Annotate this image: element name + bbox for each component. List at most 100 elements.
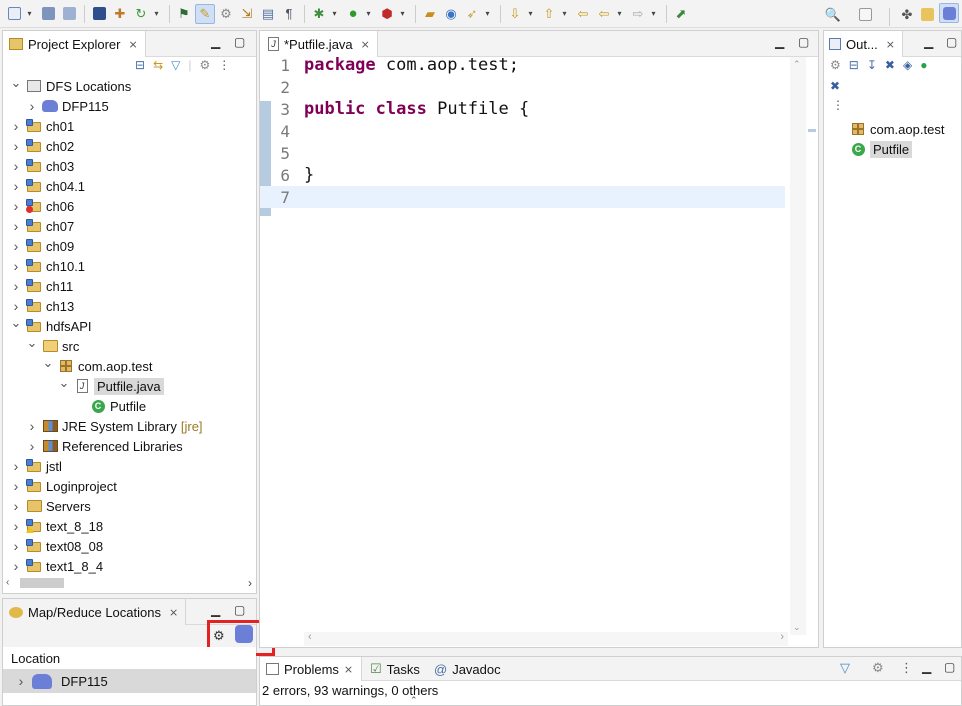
new-class-icon[interactable]: ✚ — [110, 4, 130, 24]
terminal-icon[interactable] — [89, 4, 109, 24]
collapse-all-icon[interactable]: ⊟ — [135, 58, 145, 72]
refresh-icon[interactable]: ↻ — [131, 4, 151, 24]
tree-item[interactable]: ⌄ DFS Locations — [10, 75, 264, 96]
new-location-icon[interactable] — [235, 625, 253, 643]
focus-icon[interactable]: ⚙ — [199, 58, 210, 72]
close-icon[interactable]: ⨯ — [886, 38, 895, 51]
quick-access-search-icon[interactable]: 🔍 — [823, 4, 843, 24]
expand-arrow-icon[interactable]: ⌄ — [10, 315, 22, 331]
refresh-dropdown-icon[interactable]: ▾ — [152, 4, 161, 24]
code-line[interactable]: 3 public class Putfile { — [260, 98, 785, 120]
collapse-arrow-icon[interactable]: › — [26, 438, 38, 454]
next-annotation-icon[interactable]: ⇲ — [237, 4, 257, 24]
minimize-icon[interactable]: ▁ — [211, 603, 220, 617]
collapse-arrow-icon[interactable]: › — [10, 118, 22, 134]
mapreduce-perspective-icon[interactable] — [939, 3, 959, 23]
editor-horizontal-scrollbar[interactable]: ‹ › — [304, 631, 788, 646]
code-line[interactable]: 4 — [260, 120, 785, 142]
block-select-icon[interactable]: ⚙ — [216, 4, 236, 24]
sash-handle-icon[interactable]: ⌃ — [410, 695, 418, 706]
toggle-breadcrumb-icon[interactable]: ⚑ — [174, 4, 194, 24]
next-edit-dropdown-icon[interactable]: ▾ — [526, 4, 535, 24]
mapreduce-tab[interactable]: Map/Reduce Locations ⨯ — [3, 599, 187, 625]
tree-item[interactable]: › text1_8_4 — [10, 556, 264, 576]
focus-icon[interactable]: ⚙ — [872, 660, 884, 676]
collapse-arrow-icon[interactable]: › — [26, 418, 38, 434]
hide-static-icon[interactable]: ◈ — [903, 58, 912, 72]
collapse-arrow-icon[interactable]: › — [10, 558, 22, 574]
prev-annotation-icon[interactable]: ▤ — [258, 4, 278, 24]
tree-item[interactable]: › Referenced Libraries — [10, 436, 264, 456]
filter-icon[interactable]: ▽ — [840, 660, 850, 676]
pin-editor-icon[interactable]: ⬈ — [671, 4, 691, 24]
scroll-left-icon[interactable]: ‹ — [6, 577, 9, 588]
back-icon[interactable]: ⇦ — [594, 4, 614, 24]
collapse-arrow-icon[interactable]: › — [10, 198, 22, 214]
tree-item[interactable]: ⌄ com.aop.test — [10, 355, 264, 376]
forward-icon[interactable]: ⇨ — [628, 4, 648, 24]
outline-item[interactable]: com.aop.test — [846, 119, 944, 139]
search-dropdown-icon[interactable]: ▾ — [483, 4, 492, 24]
view-menu-icon[interactable]: ⋮ — [832, 98, 844, 112]
code-line[interactable]: 2 — [260, 76, 785, 98]
focus-icon[interactable]: ⚙ — [830, 58, 841, 72]
mark-occurrences-icon[interactable]: ✎ — [195, 3, 215, 24]
collapse-arrow-icon[interactable]: › — [10, 218, 22, 234]
next-edit-icon[interactable]: ⇩ — [505, 4, 525, 24]
collapse-arrow-icon[interactable]: › — [10, 298, 22, 314]
tree-item[interactable]: C Putfile — [10, 396, 264, 416]
scroll-right-icon[interactable]: › — [780, 631, 784, 643]
code-line[interactable]: 5 — [260, 142, 785, 164]
tree-item[interactable]: › text08_08 — [10, 536, 264, 556]
collapse-arrow-icon[interactable]: › — [10, 258, 22, 274]
scroll-up-icon[interactable]: ⌃ — [793, 59, 801, 70]
maximize-icon[interactable]: ▢ — [944, 660, 955, 674]
maximize-icon[interactable]: ▢ — [946, 35, 957, 49]
save-all-icon[interactable] — [59, 4, 79, 24]
javadoc-tab[interactable]: @ Javadoc — [434, 657, 501, 681]
tree-item[interactable]: › ch07 — [10, 216, 264, 236]
code-line[interactable]: 6} — [260, 164, 785, 186]
code-line[interactable]: 1 package com.aop.test; — [260, 54, 785, 76]
scroll-right-icon[interactable]: › — [248, 576, 252, 590]
run-icon[interactable]: ● — [343, 4, 363, 24]
debug-icon[interactable]: ✱ — [309, 4, 329, 24]
prev-edit-dropdown-icon[interactable]: ▾ — [560, 4, 569, 24]
collapse-arrow-icon[interactable]: › — [10, 278, 22, 294]
close-icon[interactable]: ⨯ — [128, 38, 137, 51]
tree-item[interactable]: › ch11 — [10, 276, 264, 296]
collapse-arrow-icon[interactable]: › — [10, 498, 22, 514]
scroll-left-icon[interactable]: ‹ — [308, 631, 312, 643]
expand-arrow-icon[interactable]: ⌄ — [26, 335, 38, 351]
tree-item[interactable]: › Servers — [10, 496, 264, 516]
collapse-arrow-icon[interactable]: › — [10, 138, 22, 154]
minimize-icon[interactable]: ▁ — [924, 35, 933, 49]
tree-item[interactable]: › ch04.1 — [10, 176, 264, 196]
tree-item[interactable]: › ch02 — [10, 136, 264, 156]
collapse-arrow-icon[interactable]: › — [10, 478, 22, 494]
hide-local-types-icon[interactable]: ✖ — [830, 79, 840, 93]
back-dropdown-icon[interactable]: ▾ — [615, 4, 624, 24]
scroll-down-icon[interactable]: ⌄ — [793, 622, 801, 633]
maximize-icon[interactable]: ▢ — [234, 35, 245, 49]
outline-item[interactable]: C Putfile — [846, 139, 944, 159]
filter-icon[interactable]: ▽ — [171, 58, 180, 72]
minimize-icon[interactable]: ▁ — [775, 35, 784, 49]
open-perspective-icon[interactable] — [855, 4, 875, 24]
maximize-icon[interactable]: ▢ — [798, 35, 809, 49]
collapse-arrow-icon[interactable]: › — [10, 238, 22, 254]
debug-dropdown-icon[interactable]: ▾ — [330, 4, 339, 24]
edit-location-icon[interactable]: ⚙ — [213, 628, 225, 644]
collapse-all-icon[interactable]: ⊟ — [849, 58, 859, 72]
run-external-icon[interactable]: ⬢ — [377, 4, 397, 24]
code-line[interactable]: 7 — [260, 186, 785, 208]
run-external-dropdown-icon[interactable]: ▾ — [398, 4, 407, 24]
tree-item[interactable]: › ch10.1 — [10, 256, 264, 276]
view-menu-icon[interactable]: ⋮ — [900, 660, 913, 676]
forward-dropdown-icon[interactable]: ▾ — [649, 4, 658, 24]
java-ee-perspective-icon[interactable]: ✤ — [897, 4, 917, 24]
maximize-icon[interactable]: ▢ — [234, 603, 245, 617]
problems-tab[interactable]: Problems ⨯ — [260, 657, 363, 681]
tree-item[interactable]: ⌄ hdfsAPI — [10, 315, 264, 336]
java-perspective-icon[interactable] — [917, 4, 937, 24]
